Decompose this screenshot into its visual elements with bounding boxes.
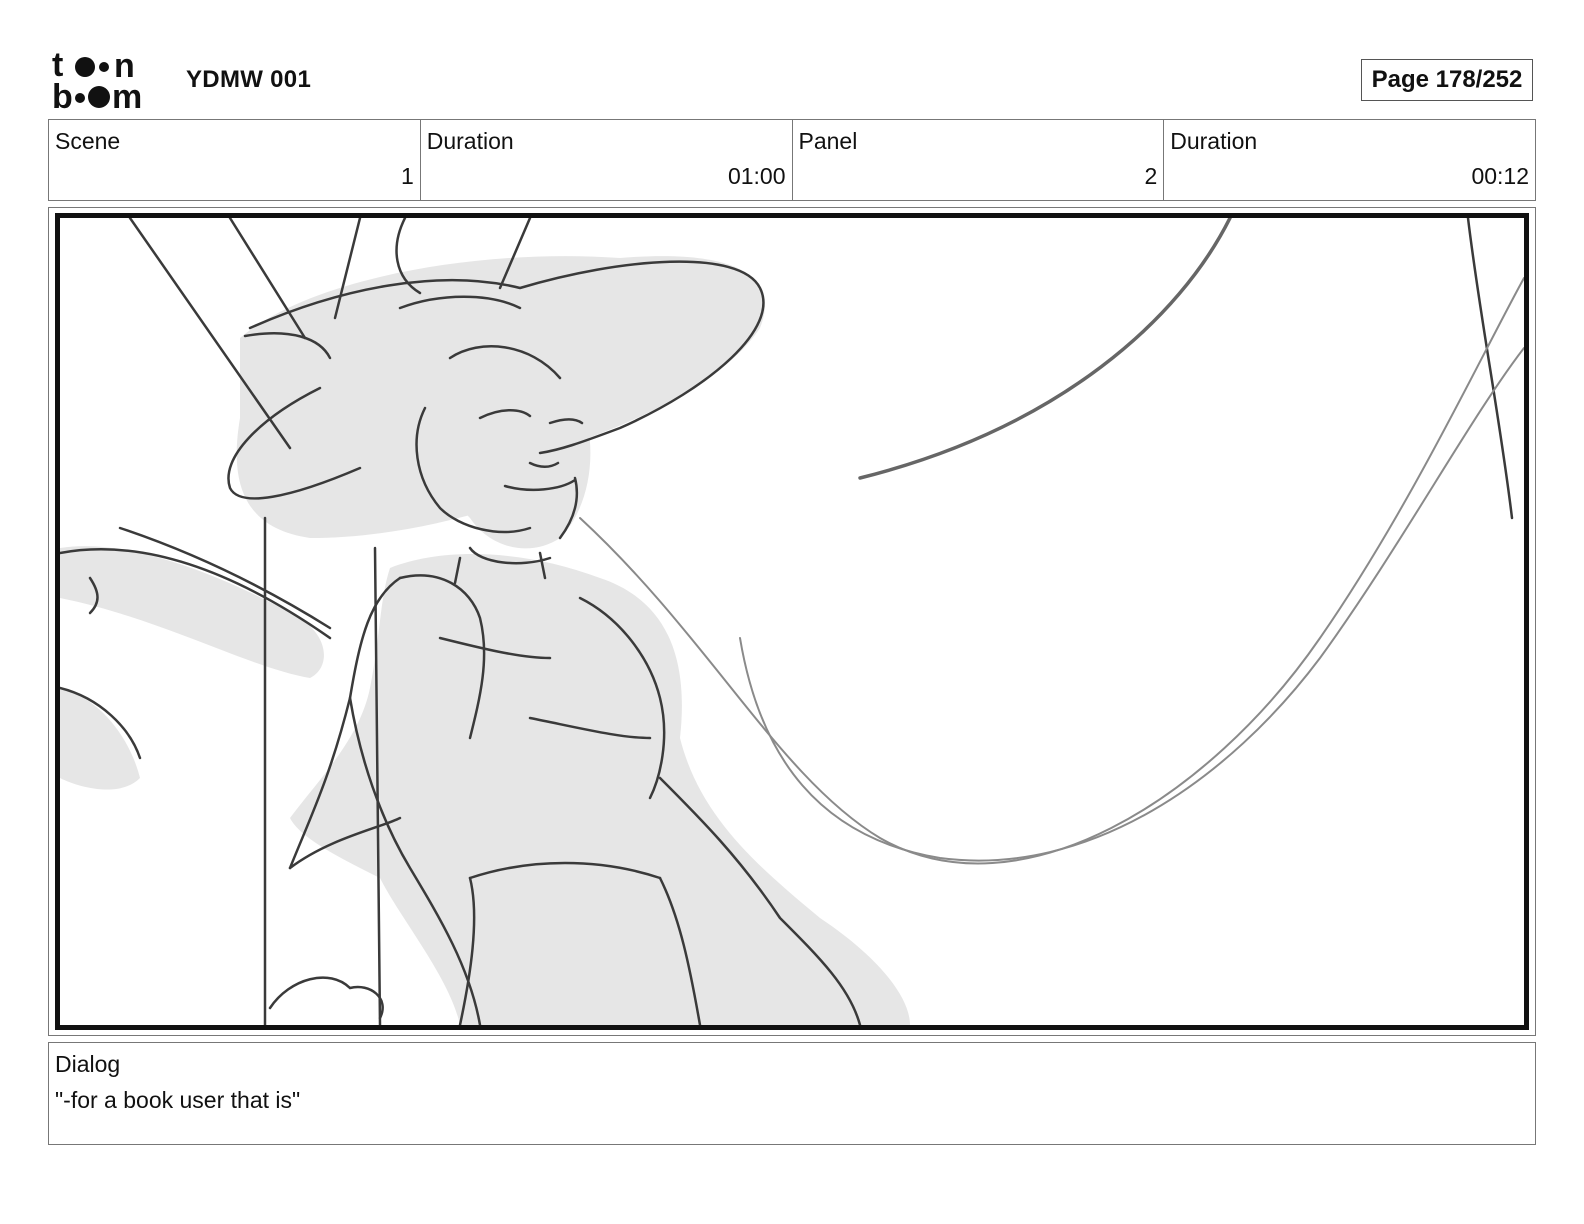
scene-duration-cell: Duration 01:00 — [421, 120, 793, 200]
toonboom-logo-mark: t n b m — [52, 50, 142, 112]
dialog-box: Dialog "-for a book user that is" — [48, 1042, 1536, 1145]
svg-text:b: b — [52, 78, 73, 112]
page-indicator: Page 178/252 — [1361, 59, 1533, 101]
panel-value: 2 — [1144, 163, 1158, 189]
scene-cell: Scene 1 — [49, 120, 421, 200]
toonboom-logo: t n b m — [52, 50, 164, 112]
svg-text:m: m — [112, 78, 142, 112]
scene-duration-value: 01:00 — [727, 163, 786, 189]
panel-duration-label: Duration — [1170, 128, 1258, 154]
panel-duration-cell: Duration 00:12 — [1164, 120, 1535, 200]
dialog-text: "-for a book user that is" — [55, 1087, 301, 1113]
panel-label: Panel — [798, 128, 858, 154]
panel-cell: Panel 2 — [793, 120, 1165, 200]
scene-duration-label: Duration — [426, 128, 514, 154]
storyboard-sketch — [60, 218, 1524, 1025]
project-title: YDMW 001 — [186, 66, 312, 93]
sketch-tone-fills — [60, 256, 910, 1025]
panel-duration-value: 00:12 — [1471, 163, 1529, 189]
dialog-label: Dialog — [55, 1051, 121, 1077]
scene-info-row: Scene 1 Duration 01:00 Panel 2 Duration … — [48, 119, 1536, 201]
scene-value: 1 — [400, 163, 414, 189]
scene-label: Scene — [55, 128, 121, 154]
storyboard-panel — [55, 213, 1529, 1030]
